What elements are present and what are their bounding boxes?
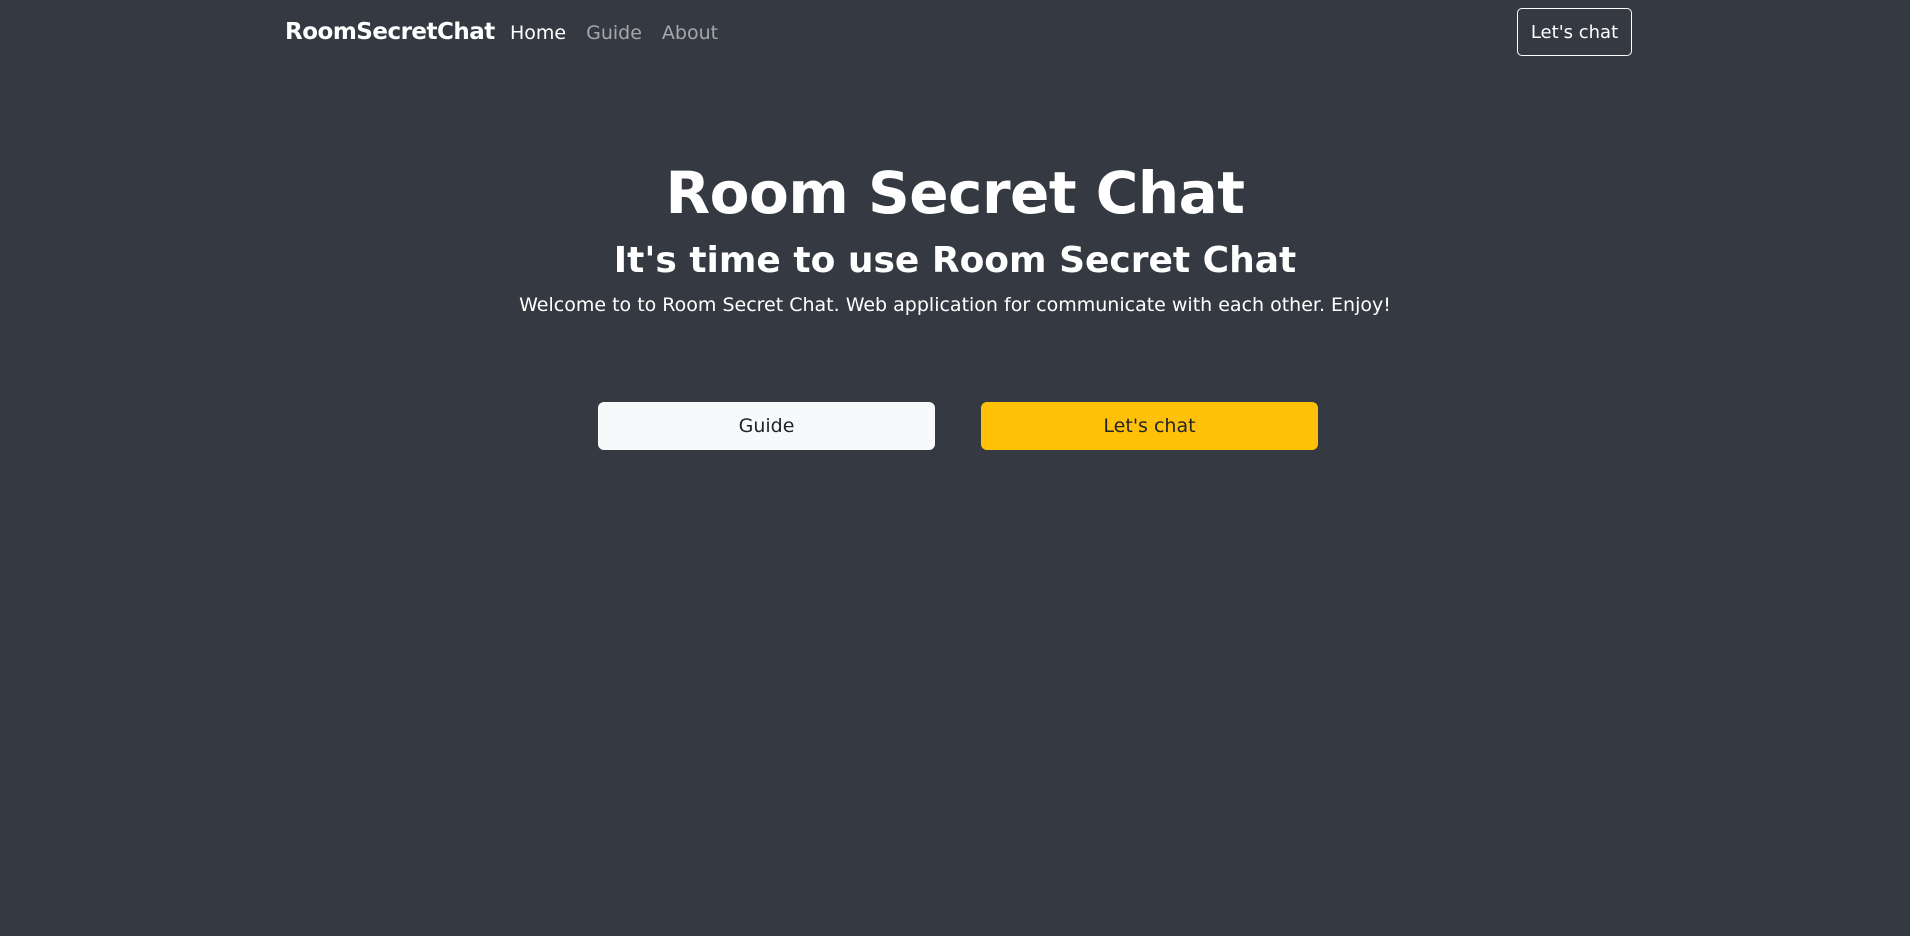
lets-chat-button[interactable]: Let's chat bbox=[981, 402, 1318, 450]
nav-link-guide[interactable]: Guide bbox=[586, 20, 642, 46]
hero-section: Room Secret Chat It's time to use Room S… bbox=[0, 150, 1910, 318]
brand-logo[interactable]: RoomSecretChat bbox=[285, 16, 495, 48]
nav-lets-chat-button[interactable]: Let's chat bbox=[1517, 8, 1632, 56]
nav-links: Home Guide About bbox=[510, 20, 718, 46]
hero-title: Room Secret Chat bbox=[665, 159, 1245, 227]
navbar: RoomSecretChat Home Guide About Let's ch… bbox=[0, 0, 1910, 66]
guide-button[interactable]: Guide bbox=[598, 402, 935, 450]
hero-lead-text: Welcome to to Room Secret Chat. Web appl… bbox=[519, 294, 1391, 316]
hero-subtitle: It's time to use Room Secret Chat bbox=[613, 240, 1297, 281]
nav-link-about[interactable]: About bbox=[662, 20, 718, 46]
nav-link-home[interactable]: Home bbox=[510, 20, 566, 46]
